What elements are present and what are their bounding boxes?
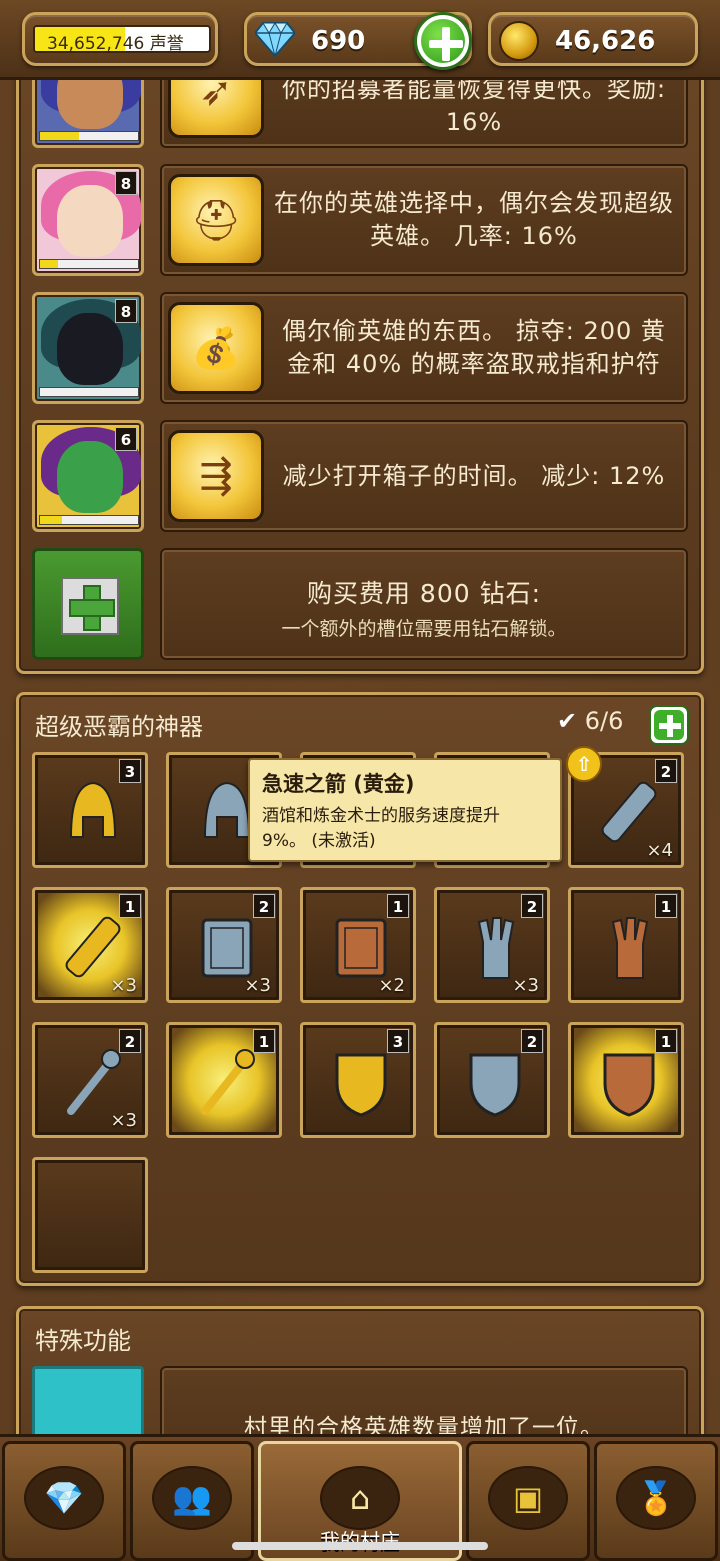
hero-xp-bar [39,259,139,269]
artifact-level-badge: 2 [655,759,677,783]
chest-icon: ▣ [512,1479,544,1517]
top-bar: 34,652,746 声誉 690 46,626 [0,0,720,80]
artifact-slot-golden-helmet[interactable]: 3 [32,752,148,868]
nav-tab-gems[interactable]: 💎 [2,1441,126,1561]
artifact-quantity: ×3 [512,975,539,996]
artifact-slot-golden-quiver[interactable]: 1 ×3 [32,887,148,1003]
steel-shield-icon [465,1047,525,1117]
hero-portrait-4[interactable]: 6 [32,420,144,532]
artifact-slot-bronze-gauntlet[interactable]: 1 [568,887,684,1003]
hero-level-badge: 6 [115,427,137,451]
hero-xp-bar [39,131,139,141]
artifact-quantity: ×4 [646,840,673,861]
artifact-quantity: ×3 [110,1110,137,1131]
reputation-counter[interactable]: 34,652,746 声誉 [22,12,218,66]
steel-tome-icon [197,912,257,982]
gold-coin-icon [499,21,539,61]
artifact-slot-steel-gauntlet[interactable]: 2 ×3 [434,887,550,1003]
unlock-slot-info[interactable]: 购买费用 800 钻石: 一个额外的槽位需要用钻石解锁。 [160,548,688,660]
hero-xp-bar [39,387,139,397]
artifact-level-badge: 1 [387,894,409,918]
diamond-icon [255,22,295,57]
home-indicator [232,1542,488,1550]
hero-portrait-3[interactable]: 8 [32,292,144,404]
artifact-level-badge: 2 [521,1029,543,1053]
tooltip-description: 酒馆和炼金术士的服务速度提升 9%。 (未激活) [262,806,500,851]
fast-chest-icon: ⇶ [168,430,264,522]
upgrade-arrow-icon[interactable]: ⇧ [566,746,602,782]
special-title: 特殊功能 [35,1327,131,1355]
add-artifact-button[interactable] [649,705,689,745]
artifact-slot-golden-shield[interactable]: 3 [300,1022,416,1138]
gold-count: 46,626 [555,26,656,56]
plus-icon [61,577,119,635]
check-icon: ✔ [557,707,578,735]
artifact-slot-bronze-shield[interactable]: 1 [568,1022,684,1138]
plus-icon [421,19,465,63]
artifact-slot-golden-mace[interactable]: 1 [166,1022,282,1138]
bronze-shield-icon [599,1047,659,1117]
gem-count: 690 [311,26,366,56]
skill-card-4: ⇶ 减少打开箱子的时间。 减少: 12% [160,420,688,532]
artifact-quantity: ×3 [110,975,137,996]
golden-helmet-icon: ⛑ [168,174,264,266]
medal-icon: 🏅 [636,1479,676,1517]
hero-level-badge: 8 [115,171,137,195]
unlock-slot-button[interactable] [32,548,144,660]
artifact-level-badge: 1 [119,894,141,918]
artifact-tooltip: 急速之箭 (黄金) 酒馆和炼金术士的服务速度提升 9%。 (未激活) [248,758,562,862]
reputation-bar: 34,652,746 声誉 [33,25,211,53]
artifact-level-badge: 1 [655,894,677,918]
artifact-level-badge: 2 [521,894,543,918]
unlock-cost-title: 购买费用 800 钻石: [306,579,542,608]
golden-mace-icon [197,1047,257,1117]
money-bag-icon: 💰 [168,302,264,394]
reputation-label: 声誉 [149,34,184,53]
gold-counter[interactable]: 46,626 [488,12,698,66]
unlock-cost-subtitle: 一个额外的槽位需要用钻石解锁。 [281,618,567,640]
golden-shield-icon [331,1047,391,1117]
artifact-level-badge: 2 [253,894,275,918]
artifacts-count: ✔ 6/6 [557,707,624,735]
artifact-slot-steel-tome[interactable]: 2 ×3 [166,887,282,1003]
hero-xp-bar [39,515,139,525]
golden-helmet-icon [63,777,123,847]
plus-icon [654,710,684,740]
golden-quiver-icon [63,912,123,982]
artifact-slot-steel-shield[interactable]: 2 [434,1022,550,1138]
artifact-slot-bronze-tome[interactable]: 1 ×2 [300,887,416,1003]
house-icon: ⌂ [349,1479,371,1517]
artifact-level-badge: 2 [119,1029,141,1053]
skill-description: 偶尔偷英雄的东西。 掠夺: 200 黄金和 40% 的概率盗取戒指和护符 [282,317,666,378]
artifact-level-badge: 1 [655,1029,677,1053]
steel-mace-icon [63,1047,123,1117]
skill-description: 在你的英雄选择中，偶尔会发现超级英雄。 几率: 16% [274,189,674,250]
skill-card-2: ⛑ 在你的英雄选择中，偶尔会发现超级英雄。 几率: 16% [160,164,688,276]
hero-level-badge: 8 [115,299,137,323]
artifact-level-badge: 3 [119,759,141,783]
artifact-quantity: ×2 [378,975,405,996]
gem-icon: 💎 [44,1479,84,1517]
artifact-slot-empty-slot[interactable] [32,1157,148,1273]
artifact-level-badge: 1 [253,1029,275,1053]
artifacts-title: 超级恶霸的神器 [35,713,203,741]
artifact-quantity: ×3 [244,975,271,996]
tooltip-title: 急速之箭 (黄金) [262,772,415,796]
skill-description: 减少打开箱子的时间。 减少: 12% [282,461,666,490]
artifact-slot-steel-mace[interactable]: 2 ×3 [32,1022,148,1138]
hero-portrait-2[interactable]: 8 [32,164,144,276]
bronze-tome-icon [331,912,391,982]
bronze-gauntlet-icon [599,912,659,982]
artifact-level-badge: 3 [387,1029,409,1053]
reputation-value: 34,652,746 [47,34,145,53]
steel-gauntlet-icon [465,912,525,982]
skill-card-3: 💰 偶尔偷英雄的东西。 掠夺: 200 黄金和 40% 的概率盗取戒指和护符 [160,292,688,404]
nav-tab-achievements[interactable]: 🏅 [594,1441,718,1561]
steel-quiver-icon [599,777,659,847]
people-icon: 👥 [172,1479,212,1517]
buy-gems-plus-button[interactable] [414,12,472,70]
